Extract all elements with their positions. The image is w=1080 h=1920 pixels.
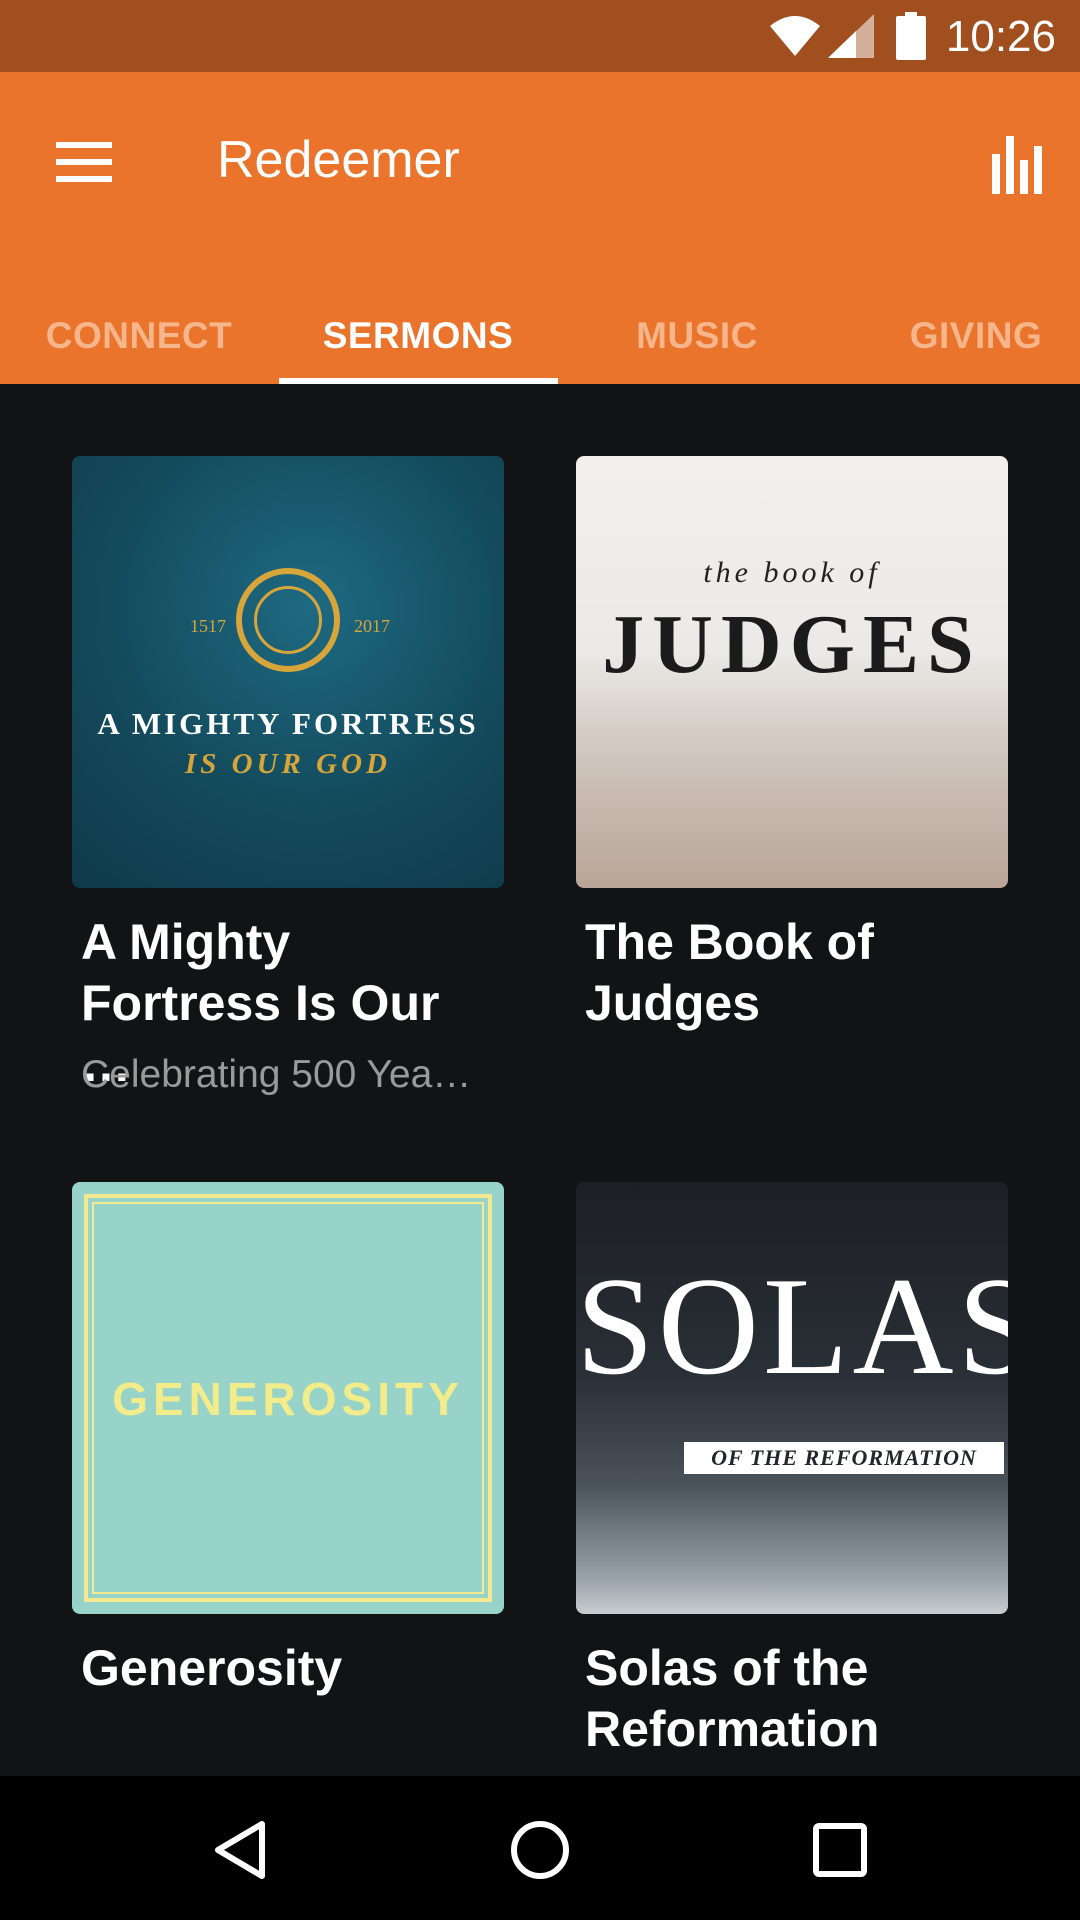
signal-icon (828, 14, 874, 58)
artwork-title-line1: the book of (703, 556, 881, 589)
series-title: The Book of Judges (585, 914, 874, 1031)
tab-music[interactable]: MUSIC (558, 308, 836, 384)
series-title: Generosity (81, 1640, 343, 1696)
hamburger-menu-icon (56, 142, 112, 182)
artwork-year-right: 2017 (354, 616, 390, 636)
system-nav-bar (0, 1776, 1080, 1920)
artwork-title-line2: IS OUR GOD (185, 748, 391, 780)
series-artwork: SOLAS OF THE REFORMATION (576, 1182, 1008, 1614)
home-icon (511, 1821, 569, 1879)
battery-icon (896, 12, 926, 60)
artwork-title-line2: JUDGES (602, 598, 982, 691)
status-bar: 10:26 (0, 0, 1080, 72)
luther-seal-icon (236, 568, 340, 672)
back-button[interactable] (190, 1800, 290, 1900)
recents-button[interactable] (790, 1800, 890, 1900)
series-artwork: 1517 2017 A MIGHTY FORTRESS IS OUR GOD (72, 456, 504, 888)
stats-button[interactable] (968, 114, 1058, 214)
status-time: 10:26 (945, 12, 1056, 61)
tab-bar: CONNECT SERMONS MUSIC GIVING (0, 308, 1080, 384)
tab-sermons[interactable]: SERMONS (279, 308, 557, 384)
series-artwork: the book of JUDGES (576, 456, 1008, 888)
sermon-series-grid: 1517 2017 A MIGHTY FORTRESS IS OUR GOD A… (0, 384, 1080, 1776)
artwork-title-line1: A MIGHTY FORTRESS (97, 706, 479, 741)
home-button[interactable] (490, 1800, 590, 1900)
bar-chart-icon (992, 136, 1042, 194)
tab-connect[interactable]: CONNECT (0, 308, 278, 384)
tab-giving[interactable]: GIVING (837, 308, 1080, 384)
back-icon (215, 1821, 265, 1879)
artwork-title-line1: SOLAS (576, 1249, 1008, 1404)
series-subtitle: Celebrating 500 Yea… (81, 1053, 472, 1096)
series-artwork: GENEROSITY (72, 1182, 504, 1614)
wifi-icon (770, 16, 820, 56)
app-bar: Redeemer CONNECT SERMONS MUSIC GIVING (0, 72, 1080, 384)
artwork-year-left: 1517 (190, 616, 226, 636)
app-title: Redeemer (217, 131, 460, 189)
menu-button[interactable] (34, 112, 134, 212)
recents-icon (813, 1823, 867, 1877)
series-title: Solas of the Reformation (585, 1640, 880, 1757)
artwork-title-line1: GENEROSITY (112, 1373, 464, 1425)
artwork-title-line2: OF THE REFORMATION (684, 1442, 1004, 1474)
